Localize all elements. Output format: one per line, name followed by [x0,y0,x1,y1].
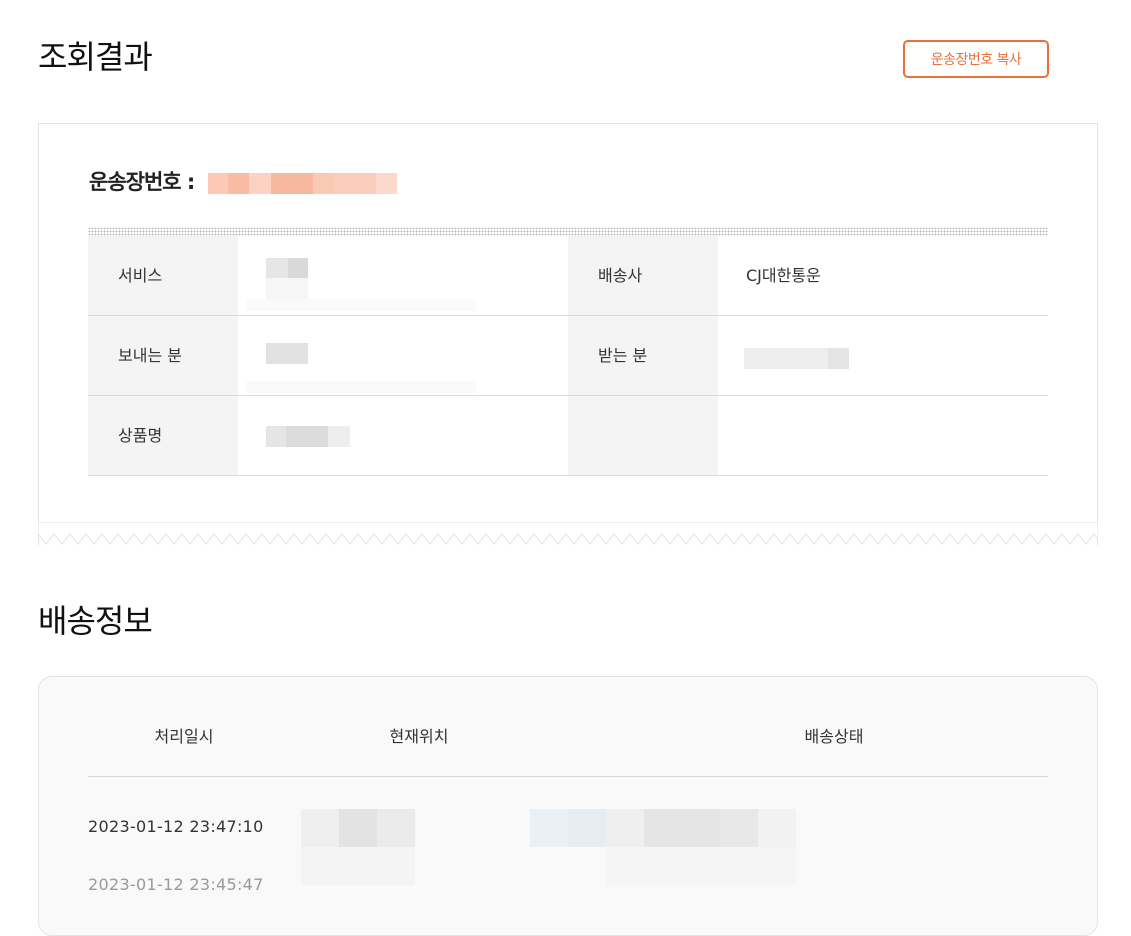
column-header-location: 현재위치 [389,727,449,746]
table-row: 상품명 [88,396,1048,476]
recipient-value [718,316,1048,395]
page-title: 조회결과 [38,38,153,76]
entry-date: 2023-01-12 23:47:10 [88,817,264,836]
sender-label: 보내는 분 [88,316,238,395]
product-name-label: 상품명 [88,396,238,475]
service-label: 서비스 [88,236,238,315]
copy-waybill-button[interactable]: 운송장번호 복사 [903,40,1049,78]
product-name-value [238,396,568,475]
table-row: 서비스 배송사 CJ대한통운 [88,236,1048,316]
waybill-label: 운송장번호 : [89,170,195,194]
carrier-value: CJ대한통운 [746,266,821,285]
sender-value [238,316,568,395]
column-header-status: 배송상태 [804,727,864,746]
empty-label [568,396,718,475]
carrier-label: 배송사 [568,236,718,315]
dotted-divider [88,227,1048,236]
recipient-label: 받는 분 [568,316,718,395]
table-row: 보내는 분 받는 분 [88,316,1048,396]
column-header-date: 처리일시 [154,727,214,746]
header-divider [88,776,1048,777]
delivery-section-title: 배송정보 [38,602,153,640]
delivery-card: 처리일시 현재위치 배송상태 2023-01-12 23:47:10 2023-… [38,676,1098,936]
result-card: 운송장번호 : 서비스 배송사 CJ대한통운 보내는 분 받는 분 상품명 [38,123,1098,545]
zigzag-edge [38,522,1098,545]
service-value [238,236,568,315]
empty-value [718,396,1048,475]
info-table: 서비스 배송사 CJ대한통운 보내는 분 받는 분 상품명 [88,236,1048,476]
